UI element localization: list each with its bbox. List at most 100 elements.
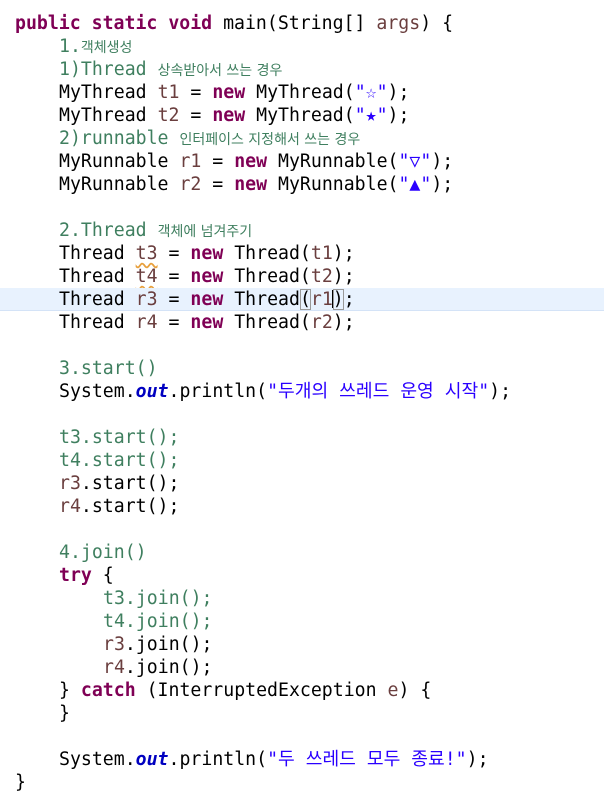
comment-korean: 객체생성 <box>80 40 133 56</box>
string-literal: "두 쓰레드 모두 종료!" <box>267 749 467 770</box>
code-text: ); <box>332 243 355 264</box>
variable-name: r3 <box>103 634 125 655</box>
operator: = <box>179 82 213 103</box>
string-literal: "▲" <box>398 174 432 195</box>
type-name: MyThread <box>59 105 158 126</box>
constructor-call: Thread( <box>223 312 311 333</box>
string-literal: "★" <box>354 105 388 126</box>
comment-code: t4.start(); <box>59 450 180 471</box>
type-name: Thread <box>59 243 136 264</box>
code-text: } <box>59 680 81 701</box>
type-name: Thread <box>59 289 136 310</box>
code-text: ); <box>387 105 410 126</box>
code-line-26: t3.join(); <box>103 587 604 610</box>
static-field: out <box>135 749 169 770</box>
comment-code: t3.join(); <box>103 588 213 609</box>
exception-type: (InterruptedException <box>135 680 388 701</box>
code-line-28: r3.join(); <box>103 633 604 656</box>
code-line-31: } <box>59 702 604 725</box>
code-line-17: System.out.println("두개의 쓰레드 운영 시작"); <box>59 380 604 403</box>
code-line-2: 1.객체생성 <box>59 35 604 58</box>
param-name: e <box>387 680 399 701</box>
method-call: .start(); <box>80 473 180 494</box>
code-line-19: t3.start(); <box>59 426 604 449</box>
code-line-16: 3.start() <box>59 357 604 380</box>
comment-code: 1)Thread <box>59 59 158 80</box>
current-line-highlight: Thread r3 = new Thread(r1); <box>0 288 604 311</box>
constructor-call: MyRunnable( <box>267 174 399 195</box>
comment-code: t4.join(); <box>103 611 213 632</box>
operator: = <box>201 151 235 172</box>
type-name: Thread <box>59 266 136 287</box>
operator: = <box>157 243 191 264</box>
comment-code: 4.join() <box>59 542 147 563</box>
comment-code: t3.start(); <box>59 427 180 448</box>
comment-code: 1. <box>59 36 81 57</box>
comment-korean: 상속받아서 쓰는 경우 <box>157 63 283 79</box>
code-text: ; <box>343 289 355 310</box>
code-line-24: 4.join() <box>59 541 604 564</box>
keyword: new <box>190 289 224 310</box>
code-line-25: try { <box>59 564 604 587</box>
code-line-13: Thread r3 = new Thread(r1); <box>59 288 355 311</box>
operator: = <box>179 105 213 126</box>
code-text: System. <box>59 381 136 402</box>
code-text: ); <box>332 266 355 287</box>
code-line-22: r4.start(); <box>59 495 604 518</box>
method-call: .println( <box>168 749 268 770</box>
keyword: new <box>212 82 246 103</box>
argument: t1 <box>310 243 333 264</box>
type-name: Thread <box>59 312 136 333</box>
keyword: new <box>234 174 268 195</box>
code-line-4: MyThread t1 = new MyThread("☆"); <box>59 81 604 104</box>
code-text: ); <box>466 749 489 770</box>
code-editor[interactable]: public static void main(String[] args) {… <box>0 0 604 793</box>
argument: t2 <box>310 266 333 287</box>
argument: r2 <box>310 312 333 333</box>
code-line-8: MyRunnable r2 = new MyRunnable("▲"); <box>59 173 604 196</box>
code-text: ); <box>332 312 355 333</box>
code-text: ); <box>387 82 410 103</box>
code-text: } <box>15 772 26 793</box>
keyword: catch <box>80 680 136 701</box>
variable-name: r4 <box>135 312 158 333</box>
comment-code: 3.start() <box>59 358 158 379</box>
variable-name: t2 <box>157 105 180 126</box>
keyword: new <box>190 243 224 264</box>
constructor-call: MyRunnable( <box>267 151 399 172</box>
constructor-call: Thread( <box>223 266 311 287</box>
operator: = <box>157 266 191 287</box>
operator: = <box>157 289 191 310</box>
code-text: ); <box>489 381 512 402</box>
code-line-12: Thread t4 = new Thread(t2); <box>59 265 604 288</box>
code-line-6: 2)runnable 인터페이스 지정해서 쓰는 경우 <box>59 127 604 150</box>
type-name: MyRunnable <box>59 151 180 172</box>
code-line-5: MyThread t2 = new MyThread("★"); <box>59 104 604 127</box>
variable-name: r4 <box>103 657 125 678</box>
code-line-10: 2.Thread 객체에 넘겨주기 <box>59 219 604 242</box>
comment-code: 2.Thread <box>59 220 158 241</box>
keyword: new <box>212 105 246 126</box>
operator: = <box>157 312 191 333</box>
code-text: ) { <box>420 13 454 34</box>
code-line-30: } catch (InterruptedException e) { <box>59 679 604 702</box>
keyword: void <box>168 13 213 34</box>
code-line-20: t4.start(); <box>59 449 604 472</box>
code-line-1: public static void main(String[] args) { <box>15 12 604 35</box>
type-name: MyRunnable <box>59 174 180 195</box>
code-text: { <box>91 565 114 586</box>
param-name: args <box>376 13 421 34</box>
keyword: try <box>59 565 92 586</box>
method-call: .println( <box>168 381 268 402</box>
method-call: .join(); <box>124 657 213 678</box>
variable-name: r3 <box>59 473 81 494</box>
bracket-match: ) <box>332 289 344 310</box>
variable-name: r4 <box>59 496 81 517</box>
code-line-3: 1)Thread 상속받아서 쓰는 경우 <box>59 58 604 81</box>
string-literal: "☆" <box>354 82 388 103</box>
keyword: new <box>190 266 224 287</box>
bracket-match: ( <box>299 289 311 310</box>
keyword: public <box>15 13 81 34</box>
operator: = <box>201 174 235 195</box>
type-name: MyThread <box>59 82 158 103</box>
